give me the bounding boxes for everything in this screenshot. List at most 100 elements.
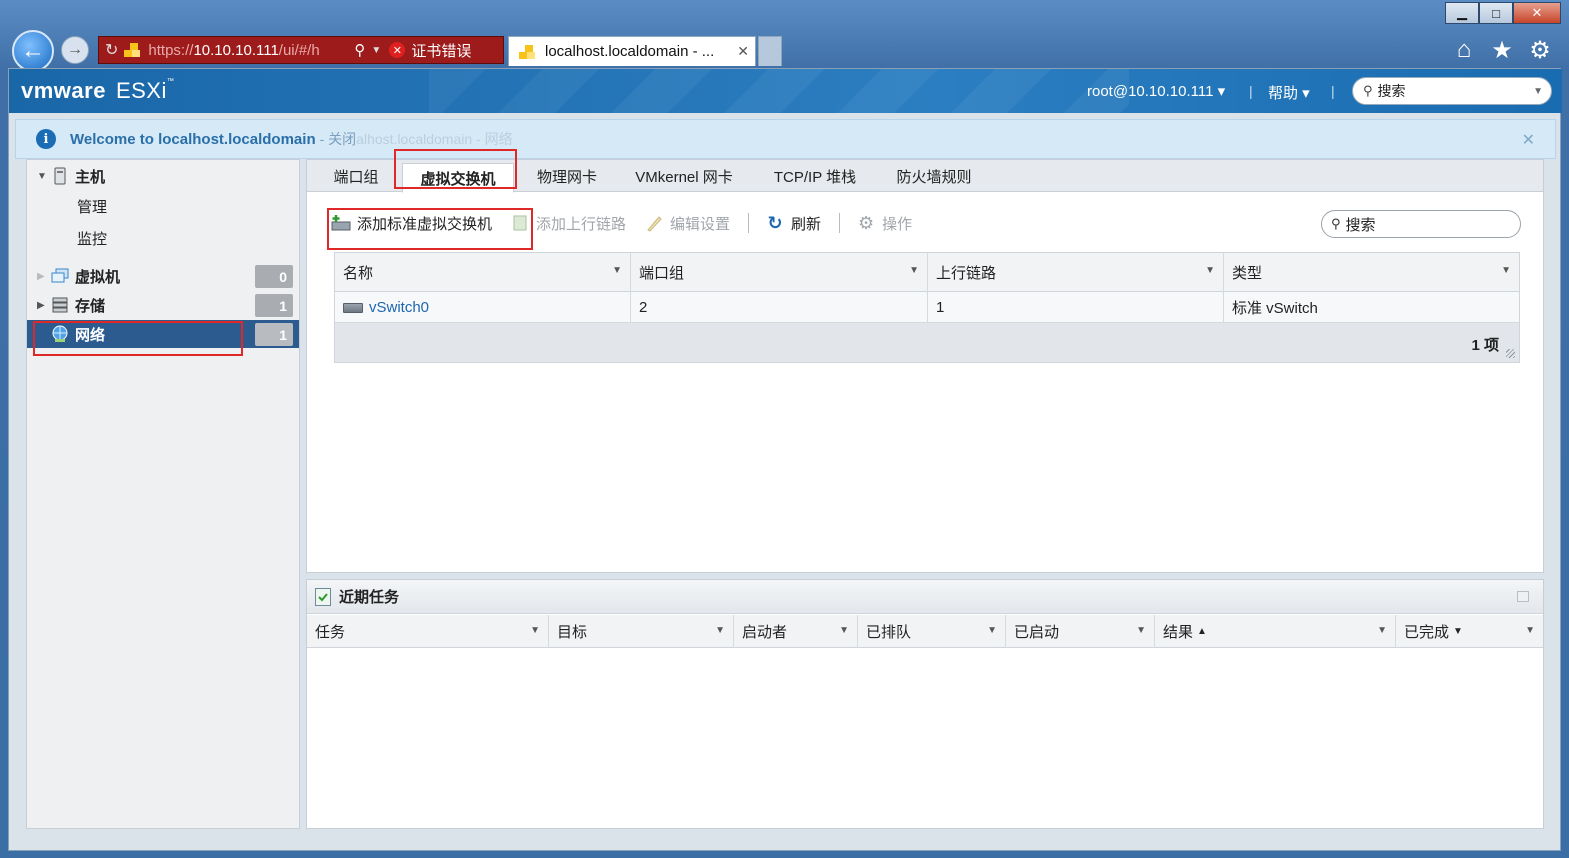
table-row[interactable]: vSwitch0 2 1 标准 vSwitch [335, 292, 1519, 323]
column-header-type[interactable]: 类型 ▼ [1224, 253, 1519, 292]
sidebar-item-networking[interactable]: 网络 1 [27, 320, 299, 348]
type-cell: 标准 vSwitch [1232, 300, 1318, 317]
minimize-panel-icon[interactable] [1517, 591, 1529, 602]
uplinks-cell: 1 [928, 292, 1224, 323]
add-standard-vswitch-button[interactable]: 添加标准虚拟交换机 [331, 213, 492, 234]
column-header-queued[interactable]: 已排队 ▼ [858, 615, 1006, 648]
chevron-down-icon[interactable]: ▼ [715, 625, 725, 636]
toolbar-divider [839, 213, 841, 233]
sidebar-item-label: 存储 [75, 297, 106, 315]
resize-grip-icon[interactable] [1506, 349, 1515, 358]
chevron-down-icon[interactable]: ▼ [1525, 625, 1535, 636]
vswitch-search-input[interactable]: ⚲ 搜索 [1321, 210, 1521, 238]
column-label: 已排队 [866, 624, 912, 641]
tab-close-icon[interactable]: ✕ [737, 43, 749, 60]
chevron-down-icon[interactable]: ▼ [371, 45, 381, 56]
tasks-table-header: 任务 ▼ 目标 ▼ 启动者 ▼ 已排队 ▼ 已启动 ▼ 结果 ▲ ▼ 已完成 ▼ ▼ [307, 615, 1543, 648]
sidebar-item-storage[interactable]: ▶ 存储 1 [27, 291, 299, 319]
chevron-down-icon[interactable]: ▼ [987, 625, 997, 636]
reload-icon[interactable]: ↻ [105, 40, 118, 60]
browser-tab[interactable]: localhost.localdomain - ... ✕ [508, 36, 756, 66]
header-separator: | [1249, 83, 1253, 99]
column-header-uplinks[interactable]: 上行链路 ▼ [928, 253, 1224, 292]
actions-button[interactable]: ⚙ 操作 [856, 213, 912, 234]
column-header-started[interactable]: 已启动 ▼ [1006, 615, 1155, 648]
search-icon: ⚲ [1363, 83, 1373, 98]
forward-arrow-icon[interactable]: → [61, 36, 89, 64]
welcome-close-link[interactable]: - 关闭 [320, 129, 357, 149]
sidebar-item-monitor[interactable]: 监控 [77, 228, 107, 249]
refresh-icon: ↻ [767, 212, 783, 233]
chevron-down-icon[interactable]: ▼ [1533, 86, 1543, 97]
sort-desc-icon: ▼ [1453, 626, 1463, 637]
tab-physical-nics[interactable]: 物理网卡 [525, 160, 609, 192]
logo-tm: ™ [166, 78, 175, 85]
actions-label: 操作 [882, 215, 913, 233]
sidebar-item-label: 网络 [75, 326, 106, 344]
new-tab-button[interactable] [758, 36, 782, 66]
chevron-right-icon[interactable]: ▶ [37, 271, 51, 282]
sidebar-item-host[interactable]: ▼ 主机 [27, 162, 299, 190]
chevron-down-icon[interactable]: ▼ [530, 625, 540, 636]
add-uplink-label: 添加上行链路 [536, 215, 627, 233]
settings-gear-icon[interactable]: ⚙ [1527, 36, 1553, 65]
table-header: 名称 ▼ 端口组 ▼ 上行链路 ▼ 类型 ▼ [335, 253, 1519, 292]
url-prefix: https:// [148, 41, 194, 59]
item-count: 1 项 [1471, 337, 1499, 354]
chevron-down-icon[interactable]: ▼ [1501, 265, 1511, 276]
cert-error-indicator[interactable]: ✕ 证书错误 [389, 40, 471, 61]
header-search-input[interactable]: ⚲ 搜索 ▼ [1352, 77, 1552, 105]
recent-tasks-header: 近期任务 [307, 580, 1543, 614]
add-uplink-button[interactable]: 添加上行链路 [510, 213, 626, 234]
chevron-down-icon[interactable]: ▼ [839, 625, 849, 636]
back-arrow-icon[interactable]: ← [12, 30, 54, 72]
tab-virtual-switches[interactable]: 虚拟交换机 [402, 163, 514, 193]
favorites-star-icon[interactable]: ★ [1489, 36, 1515, 65]
tab-tcpip-stacks[interactable]: TCP/IP 堆栈 [763, 160, 867, 192]
sidebar-item-label: 虚拟机 [75, 268, 121, 286]
maximize-button[interactable]: □ [1479, 2, 1513, 24]
add-vswitch-label: 添加标准虚拟交换机 [357, 215, 493, 233]
cert-error-label: 证书错误 [411, 42, 472, 60]
home-icon[interactable]: ⌂ [1451, 36, 1477, 65]
column-header-completed[interactable]: 已完成 ▼ ▼ [1396, 615, 1543, 648]
url-rest: /ui/#/h [278, 41, 320, 59]
chevron-down-icon[interactable]: ▼ [1205, 265, 1215, 276]
edit-settings-button[interactable]: 编辑设置 [644, 213, 730, 234]
sidebar-item-manage[interactable]: 管理 [77, 196, 107, 217]
tab-vmkernel-nics[interactable]: VMkernel 网卡 [625, 160, 743, 192]
column-header-result[interactable]: 结果 ▲ ▼ [1155, 615, 1396, 648]
refresh-button[interactable]: ↻ 刷新 [765, 212, 822, 234]
help-menu[interactable]: 帮助 ▾ [1268, 82, 1310, 103]
chevron-right-icon[interactable]: ▶ [37, 300, 51, 311]
close-window-button[interactable]: ✕ [1513, 2, 1561, 24]
search-icon[interactable]: ⚲ [354, 41, 365, 59]
column-header-initiator[interactable]: 启动者 ▼ [734, 615, 858, 648]
chevron-down-icon[interactable]: ▼ [1377, 625, 1387, 636]
column-header-task[interactable]: 任务 ▼ [307, 615, 549, 648]
chevron-down-icon[interactable]: ▼ [1136, 625, 1146, 636]
chevron-down-icon[interactable]: ▼ [909, 265, 919, 276]
address-bar[interactable]: ↻ https://10.10.10.111/ui/#/h ⚲ ▼ ✕ 证书错误 [98, 36, 504, 64]
vswitch-name-cell[interactable]: vSwitch0 [335, 292, 631, 323]
minimize-button[interactable]: ▁ [1445, 2, 1479, 24]
header-separator: | [1331, 83, 1335, 99]
column-header-name[interactable]: 名称 ▼ [335, 253, 631, 292]
add-uplink-icon [510, 214, 530, 232]
column-header-target[interactable]: 目标 ▼ [549, 615, 734, 648]
tab-port-groups[interactable]: 端口组 [321, 160, 391, 192]
column-label: 已启动 [1014, 624, 1060, 641]
url-text[interactable]: https://10.10.10.111/ui/#/h [148, 42, 348, 59]
close-icon[interactable]: ✕ [1522, 130, 1535, 150]
column-header-port-groups[interactable]: 端口组 ▼ [631, 253, 928, 292]
chevron-down-icon[interactable]: ▼ [37, 171, 51, 182]
refresh-label: 刷新 [791, 215, 822, 233]
storage-icon [51, 296, 69, 314]
column-label: 类型 [1232, 265, 1263, 282]
vswitch-name[interactable]: vSwitch0 [369, 299, 429, 316]
count-badge: 1 [255, 294, 293, 317]
tab-firewall-rules[interactable]: 防火墙规则 [887, 160, 981, 192]
user-menu[interactable]: root@10.10.10.111 ▾ [1087, 82, 1225, 100]
chevron-down-icon[interactable]: ▼ [612, 265, 622, 276]
sidebar-item-vms[interactable]: ▶ 虚拟机 0 [27, 262, 299, 290]
